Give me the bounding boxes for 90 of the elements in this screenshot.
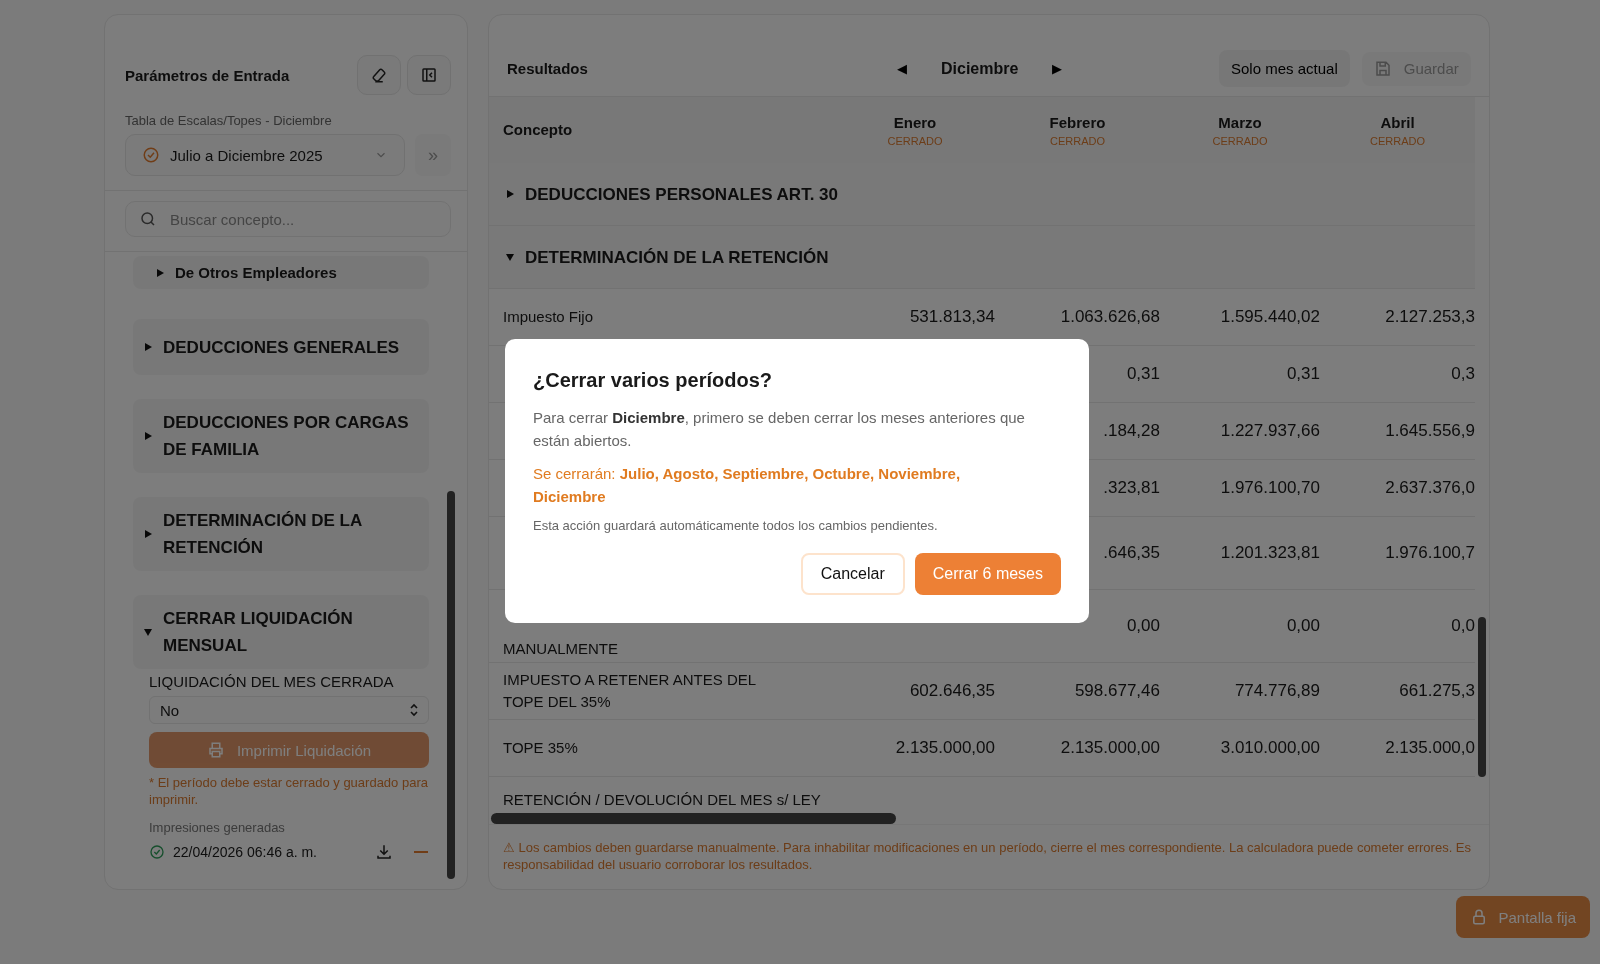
value-cell: 661.275,3	[1399, 681, 1475, 700]
month-status: CERRADO	[1370, 134, 1425, 147]
dialog-message: Para cerrar Diciembre, primero se deben cerrar los meses anteriores que están abiertos.	[533, 408, 1026, 451]
month-status: CERRADO	[1212, 134, 1268, 147]
concept-cell: IMPUESTO A RETENER ANTES DEL TOPE DEL 35%	[503, 671, 756, 710]
table-label: Tabla de Escalas/Topes - Diciembre	[124, 112, 333, 130]
search-icon	[139, 210, 157, 228]
triangle-icon	[143, 342, 153, 352]
column-header: Abril	[1380, 113, 1415, 131]
eraser-button[interactable]	[357, 55, 401, 95]
value-cell: 774.776,89	[1234, 681, 1320, 700]
group-row[interactable]: DEDUCCIONES PERSONALES ART. 30	[489, 163, 1475, 226]
triangle-icon	[143, 529, 153, 539]
dialog-note: Esta acción guardará automáticamente todos los cambios pendientes.	[533, 518, 939, 533]
value-cell: 1.976.100,70	[1220, 478, 1320, 497]
value-cell: 1.063.626,68	[1060, 307, 1160, 326]
section-item[interactable]: CERRAR LIQUIDACIÓN MENSUAL	[133, 595, 429, 669]
search-field[interactable]: Buscar concepto...	[125, 201, 451, 237]
value-cell: .184,28	[1103, 421, 1160, 440]
download-icon[interactable]	[375, 843, 393, 861]
printer-icon	[206, 741, 225, 759]
current-month-only-button[interactable]: Solo mes actual	[1219, 50, 1350, 87]
check-circle-icon	[149, 844, 165, 860]
current-month: Diciembre	[941, 59, 1019, 78]
warning-note: ⚠ Los cambios deben guardarse manualmente. Para inhabilitar modificaciones en un período, cierre el mes correspondiente. La calculadora puede cometer errores. Es responsabilidad del usuario corroborar los resultados.	[489, 824, 1489, 889]
value-cell: 1.227.937,66	[1220, 421, 1320, 440]
panel-title: Parámetros de Entrada	[125, 66, 291, 84]
value-cell: 2.127.253,3	[1385, 307, 1475, 326]
value-cell: 3.010.000,00	[1220, 738, 1320, 757]
value-cell: 598.677,46	[1074, 681, 1160, 700]
closed-select[interactable]: No	[149, 696, 429, 724]
eraser-icon	[370, 66, 388, 84]
value-cell: 2.135.000,00	[895, 738, 995, 757]
value-cell: .646,35	[1103, 543, 1160, 562]
print-date: 22/04/2026 06:46 a. m.	[173, 844, 318, 860]
column-header: Enero	[893, 113, 937, 131]
value-cell: 0,31	[1126, 364, 1160, 383]
concept-cell: Impuesto Fijo	[503, 308, 594, 325]
months-to-close: Se cerrarán: Julio, Agosto, Septiembre, Octubre, Noviembre, Diciembre	[533, 464, 962, 507]
dialog-title: ¿Cerrar varios períodos?	[533, 369, 773, 392]
print-note: * El período debe estar cerrado y guardado para imprimir.	[149, 774, 429, 808]
field-label: LIQUIDACIÓN DEL MES CERRADA	[149, 673, 395, 690]
concept-cell: RETENCIÓN / DEVOLUCIÓN DEL MES s/ LEY	[503, 791, 821, 808]
value-cell: 0,31	[1286, 364, 1320, 383]
concept-cell: TOPE 35%	[503, 739, 578, 756]
triangle-icon	[505, 189, 515, 199]
scrollbar-thumb[interactable]	[1478, 617, 1486, 777]
value-cell: .323,81	[1103, 478, 1160, 497]
period-select[interactable]: Julio a Diciembre 2025	[125, 134, 405, 176]
value-cell: 1.976.100,7	[1385, 543, 1475, 562]
value-cell: 2.637.376,0	[1385, 478, 1475, 497]
up-down-icon	[408, 703, 420, 717]
prints-label: Impresiones generadas	[149, 820, 286, 835]
value-cell: 1.201.323,81	[1220, 543, 1320, 562]
triangle-icon	[143, 627, 153, 637]
value-cell: 602.646,35	[909, 681, 995, 700]
section-item[interactable]: De Otros Empleadores	[133, 256, 429, 289]
scrollbar-thumb[interactable]	[491, 813, 896, 824]
results-title: Resultados	[507, 60, 589, 77]
previous-month-button[interactable]: ◀	[893, 61, 911, 76]
triangle-icon	[155, 267, 165, 278]
month-status: CERRADO	[1050, 134, 1105, 147]
next-month-button[interactable]: ▶	[1048, 61, 1067, 76]
group-row[interactable]: DETERMINACIÓN DE LA RETENCIÓN	[489, 226, 1475, 289]
triangle-icon	[143, 431, 153, 441]
column-header: Concepto	[503, 120, 574, 140]
value-cell: 2.135.000,00	[1060, 738, 1160, 757]
cancel-button[interactable]: Cancelar	[800, 553, 905, 595]
month-status: CERRADO	[887, 134, 943, 147]
scrollbar-thumb[interactable]	[447, 491, 455, 879]
panel-collapse-icon	[420, 66, 438, 84]
section-item[interactable]: DEDUCCIONES POR CARGAS DE FAMILIA	[133, 399, 429, 473]
concept-cell: MANUALMENTE	[503, 640, 618, 657]
triangle-icon	[505, 252, 515, 262]
check-circle-icon	[142, 146, 160, 164]
value-cell: 0,00	[1126, 616, 1160, 635]
value-cell: 531.813,34	[909, 307, 995, 326]
value-cell: 2.135.000,0	[1385, 738, 1475, 757]
section-item[interactable]: DETERMINACIÓN DE LA RETENCIÓN	[133, 497, 429, 571]
section-item[interactable]: DEDUCCIONES GENERALES	[133, 319, 429, 375]
value-cell: 0,00	[1286, 616, 1320, 635]
collapse-panel-button[interactable]	[407, 55, 451, 95]
remove-icon[interactable]	[413, 850, 429, 854]
value-cell: 1.595.440,02	[1220, 307, 1320, 326]
confirm-button[interactable]: Cerrar 6 meses	[914, 553, 1061, 595]
value-cell: 0,0	[1451, 616, 1475, 635]
column-header: Marzo	[1218, 113, 1262, 131]
value-cell: 1.645.556,9	[1385, 421, 1475, 440]
column-header: Febrero	[1049, 113, 1106, 131]
value-cell: 0,3	[1451, 364, 1475, 383]
